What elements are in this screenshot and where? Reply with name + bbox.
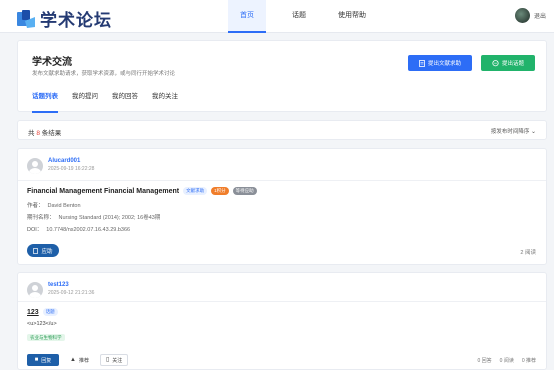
request-literature-button[interactable]: 提出文献求助 — [408, 55, 472, 71]
post-title-row: 123 话题 — [27, 308, 58, 316]
post-card: Alucard001 2025-09-19 16:22:28 Financial… — [17, 148, 547, 265]
journal-meta-value: Nursing Standard (2014); 2002; 16卷43期 — [58, 215, 161, 221]
site-logo[interactable]: 学术论坛 — [16, 6, 112, 31]
header-card: 学术交流 发布文献求助请求，获取学术资源，或与同行开始学术讨论 提出文献求助 提… — [17, 40, 547, 113]
user-menu[interactable]: 退出 — [514, 8, 546, 23]
answer-count: 0 回答 — [477, 358, 492, 364]
follow-label: 关注 — [112, 357, 123, 364]
divider — [18, 301, 546, 302]
divider — [18, 180, 546, 181]
logo-icon — [17, 9, 35, 28]
sort-dropdown[interactable]: 按发布时间降序 ⌄ — [491, 127, 536, 135]
user-avatar[interactable] — [514, 8, 530, 23]
results-bar: 共 8 条结果 按发布时间降序 ⌄ — [17, 120, 547, 140]
avatar[interactable] — [27, 158, 43, 174]
author-meta-label: 作者： — [27, 203, 44, 209]
author-name[interactable]: Alucard001 — [48, 158, 94, 164]
result-number: 8 — [36, 130, 40, 137]
comment-icon: ■ — [34, 357, 39, 363]
recommend-count: 0 推荐 — [521, 358, 536, 364]
create-topic-button[interactable]: 提出话题 — [481, 55, 535, 71]
topic-tabs: 话题列表 我的提问 我的回答 我的关注 — [32, 92, 178, 113]
subject-tag-label: 农业与生物科学 — [27, 334, 65, 341]
post-actions: ■ 回复 ▲ 推荐 ▯ 关注 — [27, 354, 129, 366]
post-title-row: Financial Management Financial Managemen… — [27, 187, 257, 195]
result-suffix: 条结果 — [41, 130, 62, 137]
result-count: 共 8 条结果 — [28, 127, 61, 137]
avatar[interactable] — [27, 282, 43, 298]
logo-text: 学术论坛 — [40, 11, 112, 31]
author-name[interactable]: test123 — [48, 282, 94, 288]
author-meta: 作者： David Benton — [27, 201, 81, 209]
page-subtitle: 发布文献求助请求，获取学术资源，或与同行开始学术讨论 — [32, 71, 176, 77]
post-author: test123 2025-09-12 21:21:36 — [27, 282, 94, 298]
tab-my-questions[interactable]: 我的提问 — [72, 92, 98, 113]
status-badge: 等待应助 — [232, 187, 257, 195]
points-badge: 1积分 — [211, 187, 229, 195]
doi-meta-value: 10.7748/ns2002.07.16.43.29.b366 — [46, 227, 131, 233]
doi-meta-label: DOI： — [27, 227, 43, 233]
post-time: 2025-09-12 21:21:36 — [48, 290, 95, 296]
request-literature-label: 提出文献求助 — [427, 61, 461, 67]
thumbs-up-icon: ▲ — [70, 357, 76, 363]
reply-button[interactable]: ■ 回复 — [27, 354, 59, 366]
post-time: 2025-09-19 16:22:28 — [48, 166, 95, 172]
subject-tag[interactable]: 农业与生物科学 — [27, 334, 65, 341]
post-author: Alucard001 2025-09-19 16:22:28 — [27, 158, 94, 174]
document-icon — [419, 59, 425, 67]
follow-button[interactable]: ▯ 关注 — [99, 354, 129, 366]
post-title[interactable]: 123 — [27, 309, 39, 316]
logout-link[interactable]: 退出 — [534, 11, 546, 20]
journal-meta: 期刊名称： Nursing Standard (2014); 2002; 16卷4… — [27, 213, 160, 221]
type-badge: 话题 — [42, 308, 58, 316]
nav-help[interactable]: 使用帮助 — [326, 0, 378, 33]
recommend-label: 推荐 — [78, 357, 89, 364]
journal-meta-label: 期刊名称： — [27, 215, 55, 221]
bookmark-icon: ▯ — [105, 357, 110, 363]
assist-button[interactable]: 应助 — [27, 244, 59, 257]
tab-my-answers[interactable]: 我的回答 — [112, 92, 138, 113]
type-badge: 文献求助 — [183, 187, 208, 195]
tab-topic-list[interactable]: 话题列表 — [32, 92, 58, 113]
chat-icon — [492, 59, 499, 66]
reply-label: 回复 — [41, 357, 52, 364]
top-navbar: 学术论坛 首页 话题 使用帮助 退出 — [0, 0, 554, 33]
tab-my-follows[interactable]: 我的关注 — [152, 92, 178, 113]
create-topic-label: 提出话题 — [501, 61, 524, 67]
view-count: 2 阅读 — [520, 250, 536, 256]
post-title[interactable]: Financial Management Financial Managemen… — [27, 188, 179, 195]
nav-topics[interactable]: 话题 — [280, 0, 318, 33]
page-title: 学术交流 — [32, 57, 72, 68]
author-meta-value: David Benton — [47, 203, 81, 209]
result-prefix: 共 — [28, 130, 35, 137]
chevron-down-icon: ⌄ — [530, 129, 536, 135]
doi-meta: DOI： 10.7748/ns2002.07.16.43.29.b366 — [27, 225, 130, 233]
read-count: 0 阅读 — [499, 358, 514, 364]
post-stats: 0 回答 0 阅读 0 推荐 — [477, 357, 536, 364]
post-body: <u>123</u> — [27, 321, 57, 327]
assist-label: 应助 — [41, 248, 53, 255]
document-icon — [33, 247, 39, 254]
post-card: test123 2025-09-12 21:21:36 123 话题 <u>12… — [17, 272, 547, 370]
sort-label: 按发布时间降序 — [490, 129, 530, 135]
nav-home[interactable]: 首页 — [228, 0, 266, 33]
main-nav: 首页 话题 使用帮助 — [228, 0, 378, 33]
recommend-button[interactable]: ▲ 推荐 — [65, 354, 94, 366]
